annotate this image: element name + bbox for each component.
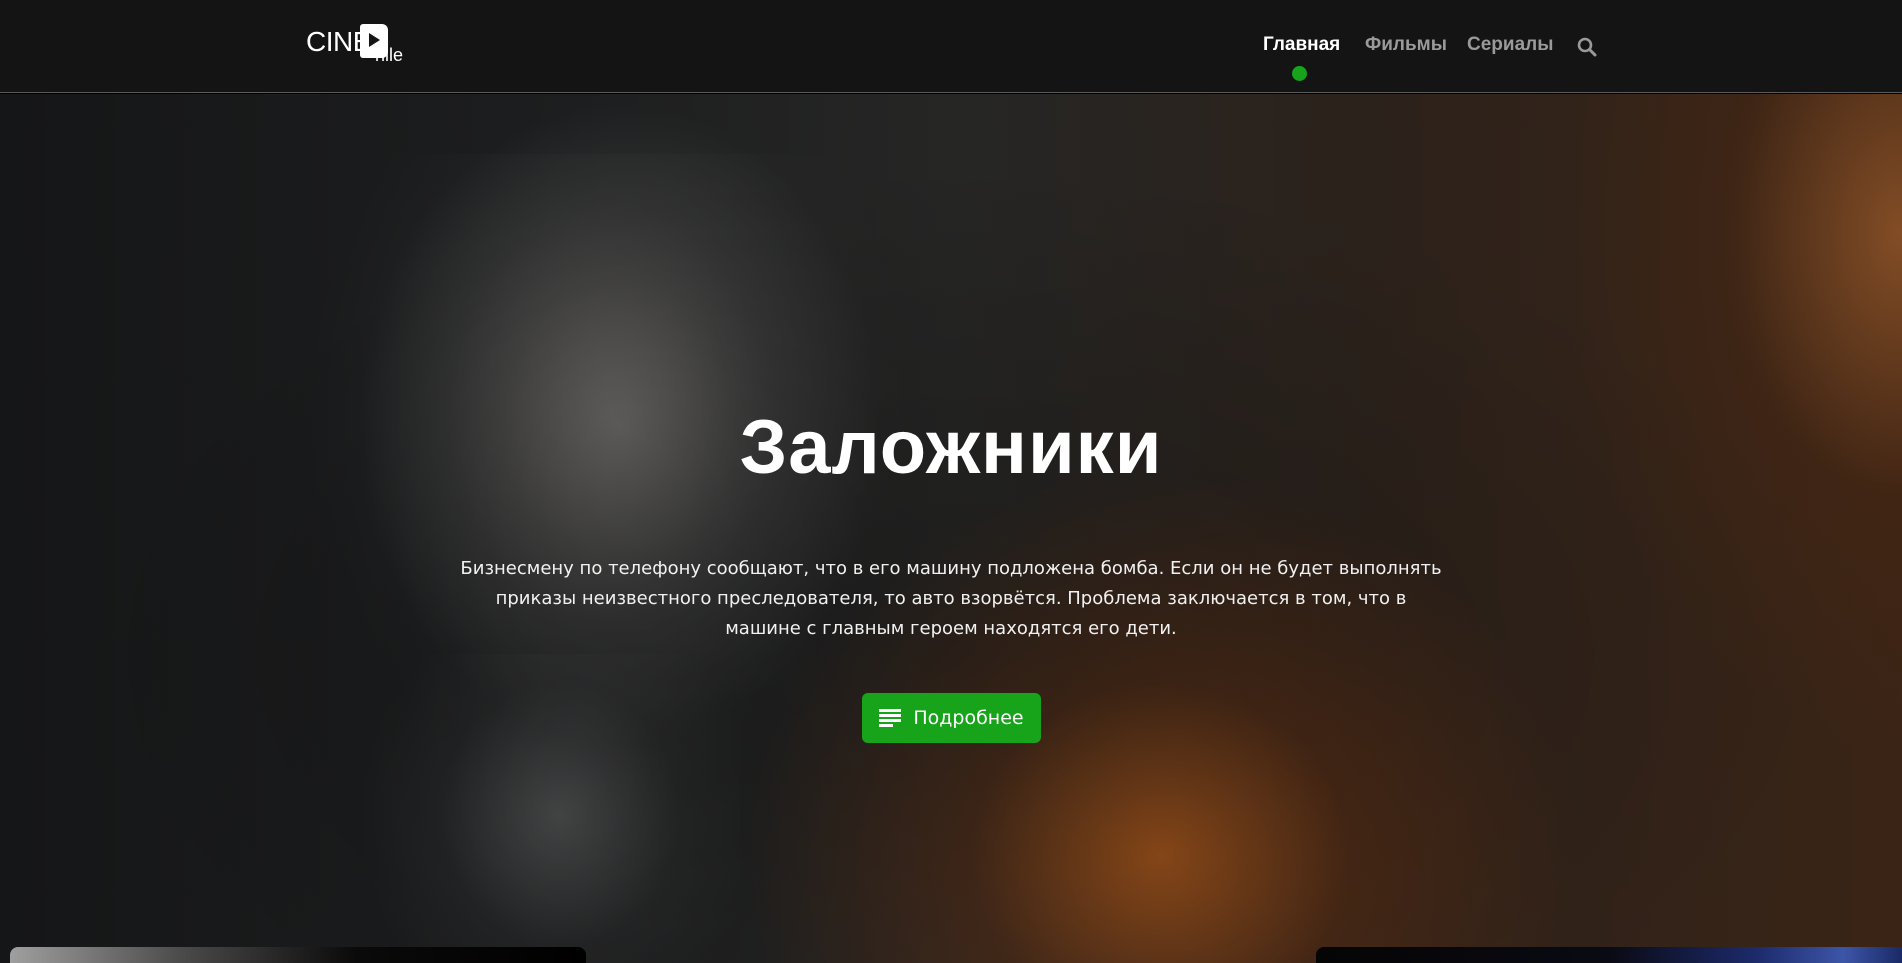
more-details-label: Подробнее <box>913 707 1024 729</box>
search-icon[interactable] <box>1577 37 1597 57</box>
hero-description: Бизнесмену по телефону сообщают, что в е… <box>460 558 1442 639</box>
list-icon <box>879 708 902 728</box>
nav-item-home[interactable]: Главная <box>1263 34 1340 56</box>
carousel-card-right[interactable] <box>1316 947 1902 963</box>
active-nav-indicator <box>1292 66 1307 81</box>
more-details-button[interactable]: Подробнее <box>862 693 1041 743</box>
nav-item-series[interactable]: Сериалы <box>1467 34 1553 56</box>
main-nav: Главная Фильмы Сериалы <box>0 34 1902 64</box>
site-header: CINE hile Главная Фильмы Сериалы <box>0 0 1902 93</box>
hero-title: Заложники <box>739 405 1163 490</box>
hero-banner: Заложники Бизнесмену по телефону сообщаю… <box>0 94 1902 963</box>
carousel-card-left[interactable] <box>10 947 586 963</box>
nav-item-films[interactable]: Фильмы <box>1365 34 1447 56</box>
hero-overlay <box>0 94 1902 963</box>
